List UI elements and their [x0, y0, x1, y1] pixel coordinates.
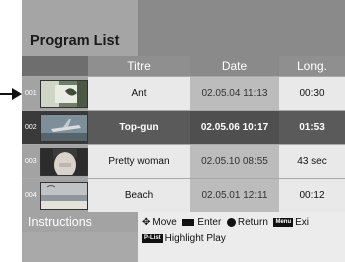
cell-length: 01:53 [279, 111, 345, 144]
menu-key-icon: Menu [273, 217, 294, 227]
cell-date: 02.05.10 08:55 [190, 145, 279, 178]
table-row-selected[interactable]: 002 Top-gun 02.05.06 10:17 01:53 [22, 111, 345, 144]
table-row[interactable]: 003 Pretty woman 02.05.10 08:55 43 sec [22, 145, 345, 178]
cell-length: 00:12 [279, 179, 345, 212]
row-number: 004 [25, 192, 37, 199]
move-arrows-icon: ✥ [142, 217, 151, 228]
top-right-panel [138, 0, 345, 56]
enter-label: Enter [197, 217, 222, 228]
page-title: Program List [30, 33, 120, 49]
highlight-play-label: Highlight Play [164, 233, 226, 244]
cell-title: Pretty woman [88, 145, 190, 178]
exit-label: Exi [295, 217, 310, 228]
enter-key-icon [182, 218, 195, 226]
instructions-line-1: ✥ Move Enter Return Menu Exi [142, 217, 309, 228]
cell-date: 02.05.01 12:11 [190, 179, 279, 212]
pointer-arrow-top [12, 88, 22, 100]
plist-key-icon: P-List [142, 233, 163, 243]
ant-thumbnail [40, 80, 88, 108]
instructions-line-2: P-List Highlight Play [142, 233, 226, 244]
row-number: 001 [25, 90, 37, 97]
instructions-panel: ✥ Move Enter Return Menu Exi P-List Highlig… [138, 212, 345, 262]
program-table: Titre Date Long. 001 Ant 02.05.04 11:13 … [22, 56, 345, 212]
cell-title: Top-gun [88, 111, 190, 144]
program-list-screen: Program List Titre Date Long. 001 Ant 02… [22, 0, 345, 262]
cell-title: Ant [88, 77, 190, 110]
cell-length: 43 sec [279, 145, 345, 178]
column-header-date: Date [190, 56, 279, 76]
instructions-label: Instructions [22, 212, 138, 232]
move-label: Move [152, 217, 177, 228]
row-number: 003 [25, 158, 37, 165]
return-button-icon [226, 217, 236, 227]
row-number: 002 [25, 124, 37, 131]
pointer-line-top [0, 93, 12, 95]
column-header-long: Long. [279, 56, 345, 76]
jet-thumbnail [40, 114, 88, 142]
cell-date: 02.05.06 10:17 [190, 111, 279, 144]
beach-thumbnail [40, 182, 88, 210]
cell-date: 02.05.04 11:13 [190, 77, 279, 110]
table-header: Titre Date Long. [22, 56, 345, 76]
cell-title: Beach [88, 179, 190, 212]
return-label: Return [237, 217, 268, 228]
table-row[interactable]: 001 Ant 02.05.04 11:13 00:30 [22, 77, 345, 110]
woman-thumbnail [40, 148, 88, 176]
header-blank [22, 56, 88, 76]
table-row[interactable]: 004 Beach 02.05.01 12:11 00:12 [22, 179, 345, 212]
cell-length: 00:30 [279, 77, 345, 110]
column-header-titre: Titre [88, 56, 190, 76]
